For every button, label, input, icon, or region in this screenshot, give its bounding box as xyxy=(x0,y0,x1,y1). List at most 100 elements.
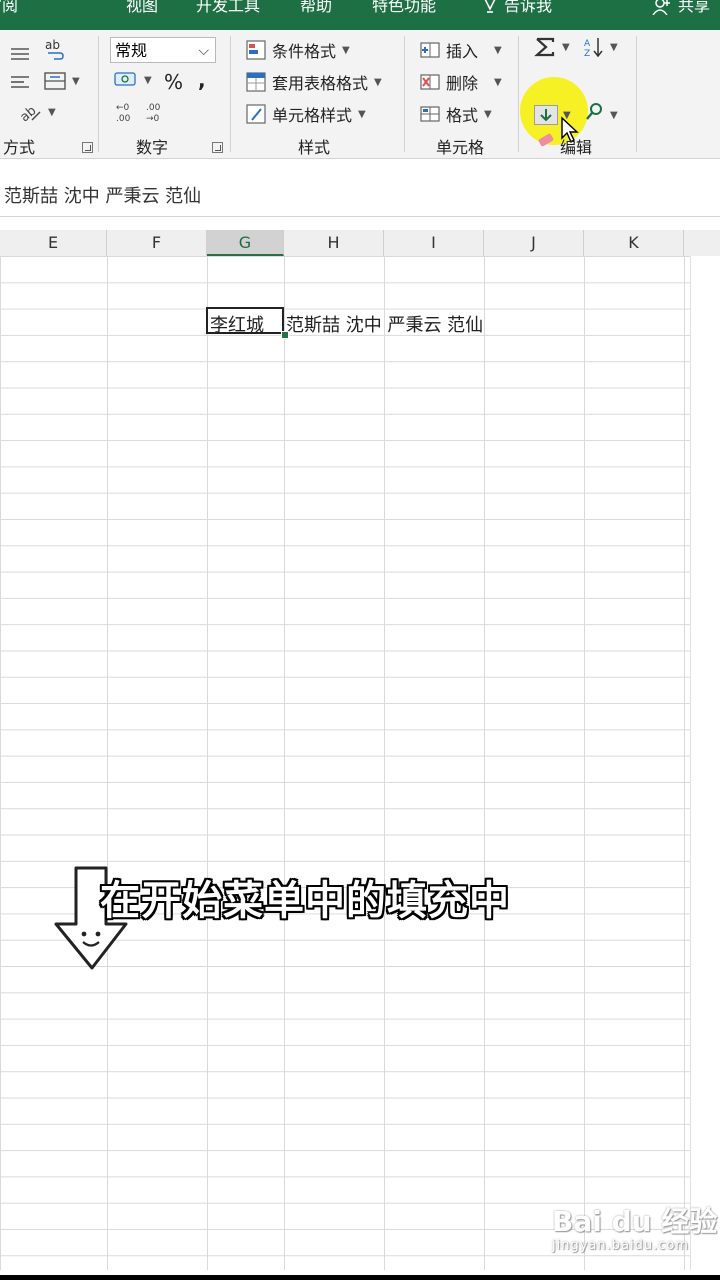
tell-me-search[interactable]: 告诉我 xyxy=(482,0,552,18)
format-cells-button[interactable]: 格式 ▼ xyxy=(420,102,492,126)
merge-center-button[interactable]: ▼ xyxy=(44,72,80,90)
chevron-down-icon: ▼ xyxy=(72,75,80,87)
orientation-button[interactable]: ab ▼ xyxy=(20,102,56,122)
accounting-format-button[interactable]: ▼ xyxy=(114,70,152,90)
table-style-icon xyxy=(246,72,266,92)
column-header-i[interactable]: I xyxy=(384,230,484,256)
number-dialog-launcher-icon[interactable] xyxy=(212,142,223,153)
column-header-k[interactable]: K xyxy=(584,230,684,256)
format-label: 格式 xyxy=(446,106,479,125)
delete-cells-button[interactable]: 删除 ▼ xyxy=(420,70,502,94)
chevron-down-icon: ▼ xyxy=(494,44,502,56)
format-cells-icon xyxy=(420,106,440,122)
format-as-table-button[interactable]: 套用表格格式 ▼ xyxy=(246,70,382,94)
find-select-icon[interactable] xyxy=(584,102,606,122)
cell-styles-label: 单元格样式 xyxy=(272,106,353,125)
worksheet-grid[interactable] xyxy=(0,256,690,1270)
align-left-icon[interactable] xyxy=(10,74,30,90)
svg-text:←0: ←0 xyxy=(116,103,130,113)
autosum-button[interactable]: ▼ xyxy=(534,36,570,58)
tab-review[interactable]: 审阅 xyxy=(0,0,18,18)
chevron-down-icon[interactable]: ▼ xyxy=(610,110,618,121)
increase-decimal-icon[interactable]: ←0.00 xyxy=(114,100,138,124)
fill-down-arrow-icon xyxy=(540,109,552,122)
cell-styles-button[interactable]: 单元格样式 ▼ xyxy=(246,102,366,126)
watermark-brand: Bai du 经验 xyxy=(552,1205,718,1238)
svg-text:.00: .00 xyxy=(116,114,131,124)
share-label: 共享 xyxy=(678,0,711,15)
column-header-f[interactable]: F xyxy=(107,230,207,256)
number-format-value: 常规 xyxy=(115,41,148,60)
decrease-decimal-icon[interactable]: .00→0 xyxy=(144,100,168,124)
clear-eraser-icon[interactable] xyxy=(536,132,556,148)
cell-styles-icon xyxy=(246,104,266,124)
currency-icon xyxy=(114,72,136,86)
svg-text:Z: Z xyxy=(584,49,590,58)
gridline xyxy=(684,256,685,1270)
chevron-down-icon: ▼ xyxy=(484,108,492,120)
conditional-formatting-button[interactable]: 条件格式 ▼ xyxy=(246,38,350,62)
group-divider xyxy=(518,36,519,152)
group-divider xyxy=(636,36,637,152)
share-person-icon xyxy=(652,0,670,15)
svg-text:.00: .00 xyxy=(146,103,161,113)
delete-label: 删除 xyxy=(446,74,479,93)
text-orientation-icon: ab xyxy=(20,103,41,122)
fill-handle[interactable] xyxy=(281,331,289,339)
chevron-down-icon: ▼ xyxy=(374,76,382,88)
svg-text:A: A xyxy=(584,39,591,49)
group-divider xyxy=(230,36,231,152)
formula-bar-content: 范斯喆 沈中 严秉云 范仙 xyxy=(4,186,202,207)
sort-az-icon: AZ xyxy=(584,38,603,58)
column-headers: E F G H I J K xyxy=(0,230,720,257)
sort-filter-button[interactable]: AZ ▼ xyxy=(584,36,618,58)
column-header-j[interactable]: J xyxy=(484,230,584,256)
lightbulb-icon xyxy=(484,0,496,13)
column-header-g[interactable]: G xyxy=(207,230,284,256)
editing-group-label: 编辑 xyxy=(560,138,593,157)
merge-cells-icon xyxy=(44,72,66,90)
sigma-icon xyxy=(534,37,555,57)
group-divider xyxy=(98,36,99,152)
percent-style-button[interactable]: % xyxy=(164,70,183,94)
chevron-down-icon: ▼ xyxy=(48,106,56,118)
conditional-formatting-label: 条件格式 xyxy=(272,42,337,61)
comma-style-button[interactable]: , xyxy=(198,68,206,92)
insert-cells-icon xyxy=(420,42,440,58)
gridline xyxy=(284,256,285,1270)
chevron-down-icon: ⌵ xyxy=(198,43,209,59)
baidu-jingyan-watermark: Bai du 经验 jingyan.baidu.com xyxy=(552,1200,717,1253)
tab-view[interactable]: 视图 xyxy=(126,0,158,18)
tab-developer[interactable]: 开发工具 xyxy=(196,0,260,18)
gridline xyxy=(107,256,108,1270)
svg-text:ab: ab xyxy=(20,103,39,122)
number-group-label: 数字 xyxy=(136,138,169,157)
alignment-dialog-launcher-icon[interactable] xyxy=(82,142,93,153)
tutorial-caption: 在开始菜单中的填充中 xyxy=(100,878,510,924)
ribbon-tab-bar: 审阅 视图 开发工具 帮助 特色功能 告诉我 共享 xyxy=(0,0,720,30)
insert-cells-button[interactable]: 插入 ▼ xyxy=(420,38,502,62)
fill-button[interactable] xyxy=(534,105,558,125)
column-header-e[interactable]: E xyxy=(0,230,107,256)
overflow-cell-text: 范斯喆 沈中 严秉云 范仙 xyxy=(286,315,484,336)
svg-text:→0: →0 xyxy=(146,114,160,124)
align-justify-icon[interactable] xyxy=(10,46,30,62)
watermark-url: jingyan.baidu.com xyxy=(552,1238,689,1253)
ribbon: ab ▼ ab ▼ 方式 常规 ⌵ ▼ % , ←0 .00 .00 →0 数字… xyxy=(0,30,720,159)
insert-label: 插入 xyxy=(446,42,479,61)
tab-special-features[interactable]: 特色功能 xyxy=(372,0,436,18)
gridline xyxy=(584,256,585,1270)
share-button[interactable]: 共享 xyxy=(652,0,710,18)
conditional-format-icon xyxy=(246,40,266,60)
chevron-down-icon: ▼ xyxy=(358,108,366,120)
gridline xyxy=(384,256,385,1270)
sheet-right-margin xyxy=(690,256,720,1270)
number-format-select[interactable]: 常规 ⌵ xyxy=(110,37,216,63)
gridline xyxy=(207,256,208,1270)
format-as-table-label: 套用表格格式 xyxy=(272,74,369,93)
tab-help[interactable]: 帮助 xyxy=(300,0,332,18)
chevron-down-icon: ▼ xyxy=(342,44,350,56)
column-header-h[interactable]: H xyxy=(284,230,384,256)
wrap-text-icon[interactable]: ab xyxy=(44,38,66,60)
formula-bar[interactable]: 范斯喆 沈中 严秉云 范仙 xyxy=(0,172,720,217)
